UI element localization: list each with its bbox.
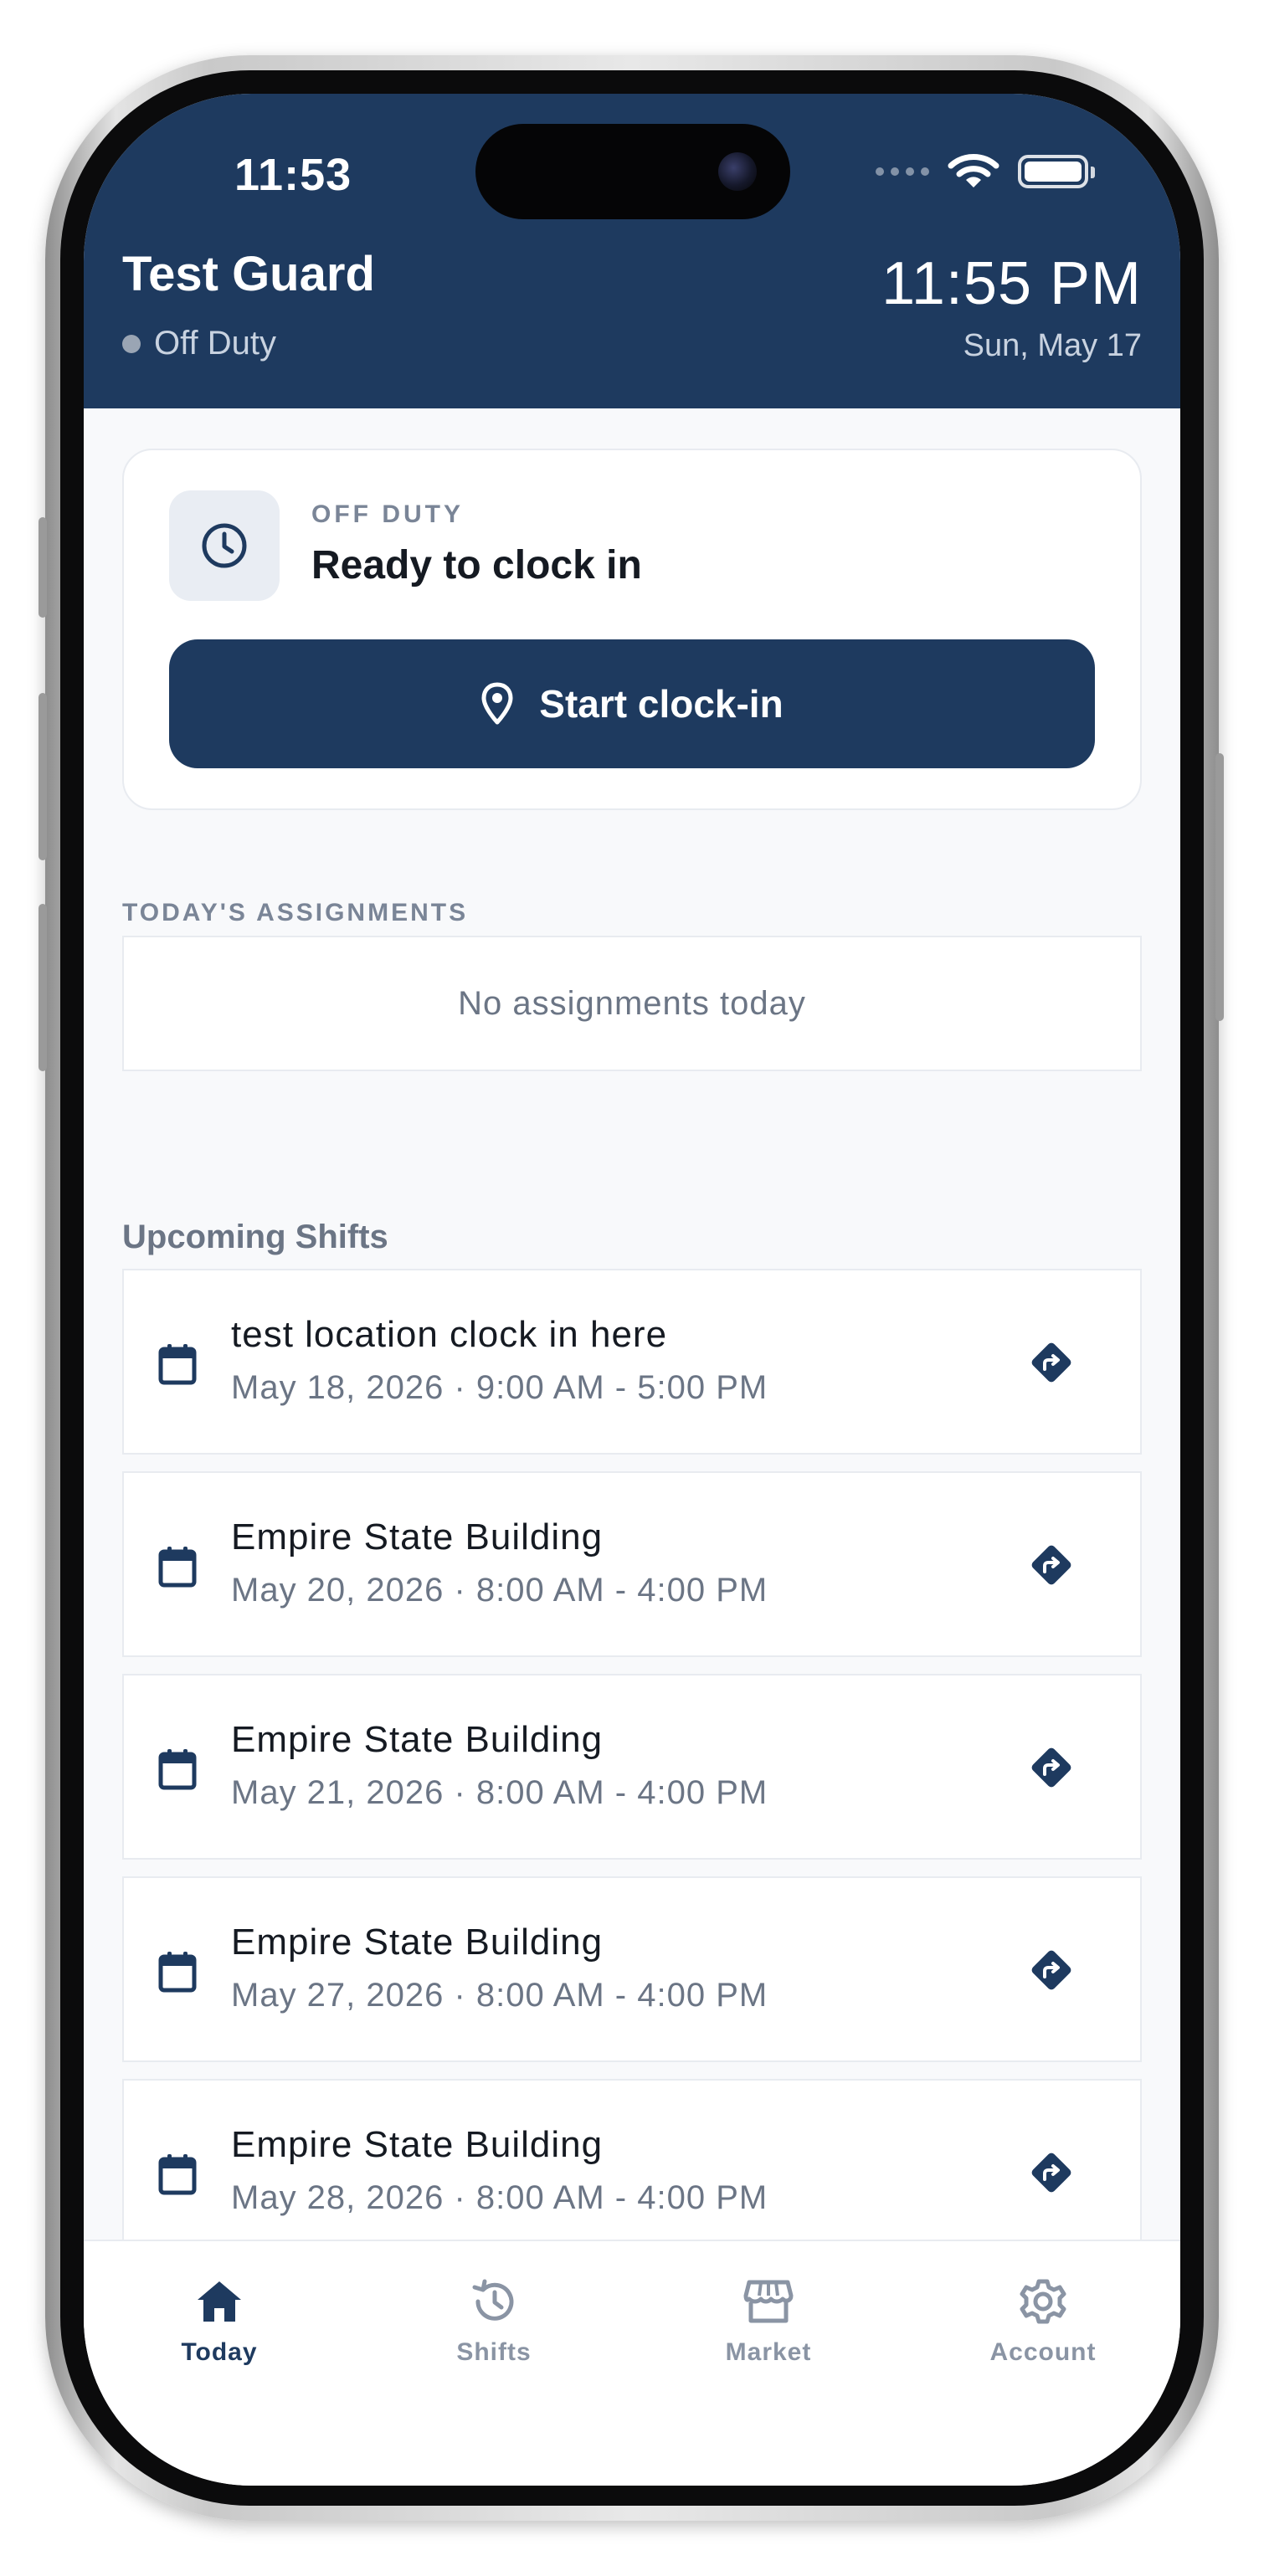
directions-icon[interactable] (1028, 1744, 1075, 1795)
store-icon (668, 2275, 869, 2328)
tab-label: Account (989, 2338, 1097, 2366)
assignments-empty-state: No assignments today (122, 936, 1142, 1071)
duty-status-label: Off Duty (154, 325, 276, 362)
calendar-icon (157, 1950, 198, 1998)
status-bar-icons (876, 152, 1095, 191)
app-header: 11:53 Test Guard Off Duty 11:55 PM Sun, … (84, 94, 1180, 408)
shift-time: May 28, 2026 · 8:00 AM - 4:00 PM (231, 2179, 768, 2216)
clock-status-title: Ready to clock in (311, 543, 642, 588)
shift-time: May 20, 2026 · 8:00 AM - 4:00 PM (231, 1572, 768, 1609)
shift-location: test location clock in here (231, 1314, 668, 1355)
guard-name: Test Guard (122, 247, 375, 301)
shift-location: Empire State Building (231, 1719, 604, 1760)
clock-in-card: OFF DUTY Ready to clock in Start clock-i… (122, 449, 1142, 810)
shift-card[interactable]: Empire State Building May 21, 2026 · 8:0… (122, 1674, 1142, 1860)
action-button (39, 517, 47, 618)
shift-card[interactable]: Empire State Building May 20, 2026 · 8:0… (122, 1471, 1142, 1657)
tab-today[interactable]: Today (119, 2275, 320, 2367)
gear-icon (943, 2275, 1143, 2328)
bottom-tab-bar: Today Shifts Market Account (84, 2240, 1180, 2486)
todays-assignments-label: TODAY'S ASSIGNMENTS (122, 899, 469, 926)
power-button (1215, 753, 1224, 1021)
app-screen: 11:53 Test Guard Off Duty 11:55 PM Sun, … (84, 94, 1180, 2486)
empty-state-text: No assignments today (458, 984, 806, 1022)
shift-card[interactable]: test location clock in here May 18, 2026… (122, 1269, 1142, 1455)
calendar-icon (157, 1747, 198, 1795)
clock-icon (169, 490, 280, 601)
dynamic-island (475, 124, 790, 219)
cellular-signal-icon (876, 167, 929, 176)
location-pin-icon (481, 682, 513, 725)
shift-time: May 27, 2026 · 8:00 AM - 4:00 PM (231, 1977, 768, 2014)
upcoming-shifts-title: Upcoming Shifts (122, 1219, 388, 1255)
calendar-icon (157, 2153, 198, 2200)
directions-icon[interactable] (1028, 1947, 1075, 1998)
volume-up-button (39, 693, 47, 860)
shift-time: May 21, 2026 · 8:00 AM - 4:00 PM (231, 1774, 768, 1811)
shift-location: Empire State Building (231, 1922, 604, 1963)
shift-location: Empire State Building (231, 1516, 604, 1557)
tab-label: Market (725, 2338, 812, 2366)
tab-market[interactable]: Market (668, 2275, 869, 2367)
shift-card[interactable]: Empire State Building May 28, 2026 · 8:0… (122, 2079, 1142, 2265)
start-clock-in-label: Start clock-in (539, 682, 784, 726)
status-bar-time: 11:53 (234, 150, 352, 200)
current-date: Sun, May 17 (963, 328, 1142, 363)
current-time: 11:55 PM (881, 250, 1142, 317)
shift-location: Empire State Building (231, 2124, 604, 2165)
battery-icon (1018, 155, 1095, 188)
tab-label: Shifts (456, 2338, 532, 2366)
wifi-icon (948, 154, 999, 187)
shift-card[interactable]: Empire State Building May 27, 2026 · 8:0… (122, 1876, 1142, 2062)
directions-icon[interactable] (1028, 1542, 1075, 1593)
calendar-icon (157, 1545, 198, 1593)
duty-status: Off Duty (122, 325, 276, 362)
status-dot-icon (122, 334, 141, 353)
duty-status-label: OFF DUTY (311, 500, 464, 528)
tab-label: Today (181, 2338, 258, 2366)
history-icon (393, 2275, 594, 2328)
start-clock-in-button[interactable]: Start clock-in (169, 639, 1095, 768)
calendar-icon (157, 1342, 198, 1390)
directions-icon[interactable] (1028, 2149, 1075, 2200)
shift-time: May 18, 2026 · 9:00 AM - 5:00 PM (231, 1369, 768, 1406)
tab-shifts[interactable]: Shifts (393, 2275, 594, 2367)
directions-icon[interactable] (1028, 1339, 1075, 1390)
volume-down-button (39, 904, 47, 1071)
home-icon (119, 2275, 320, 2328)
tab-account[interactable]: Account (943, 2275, 1143, 2367)
